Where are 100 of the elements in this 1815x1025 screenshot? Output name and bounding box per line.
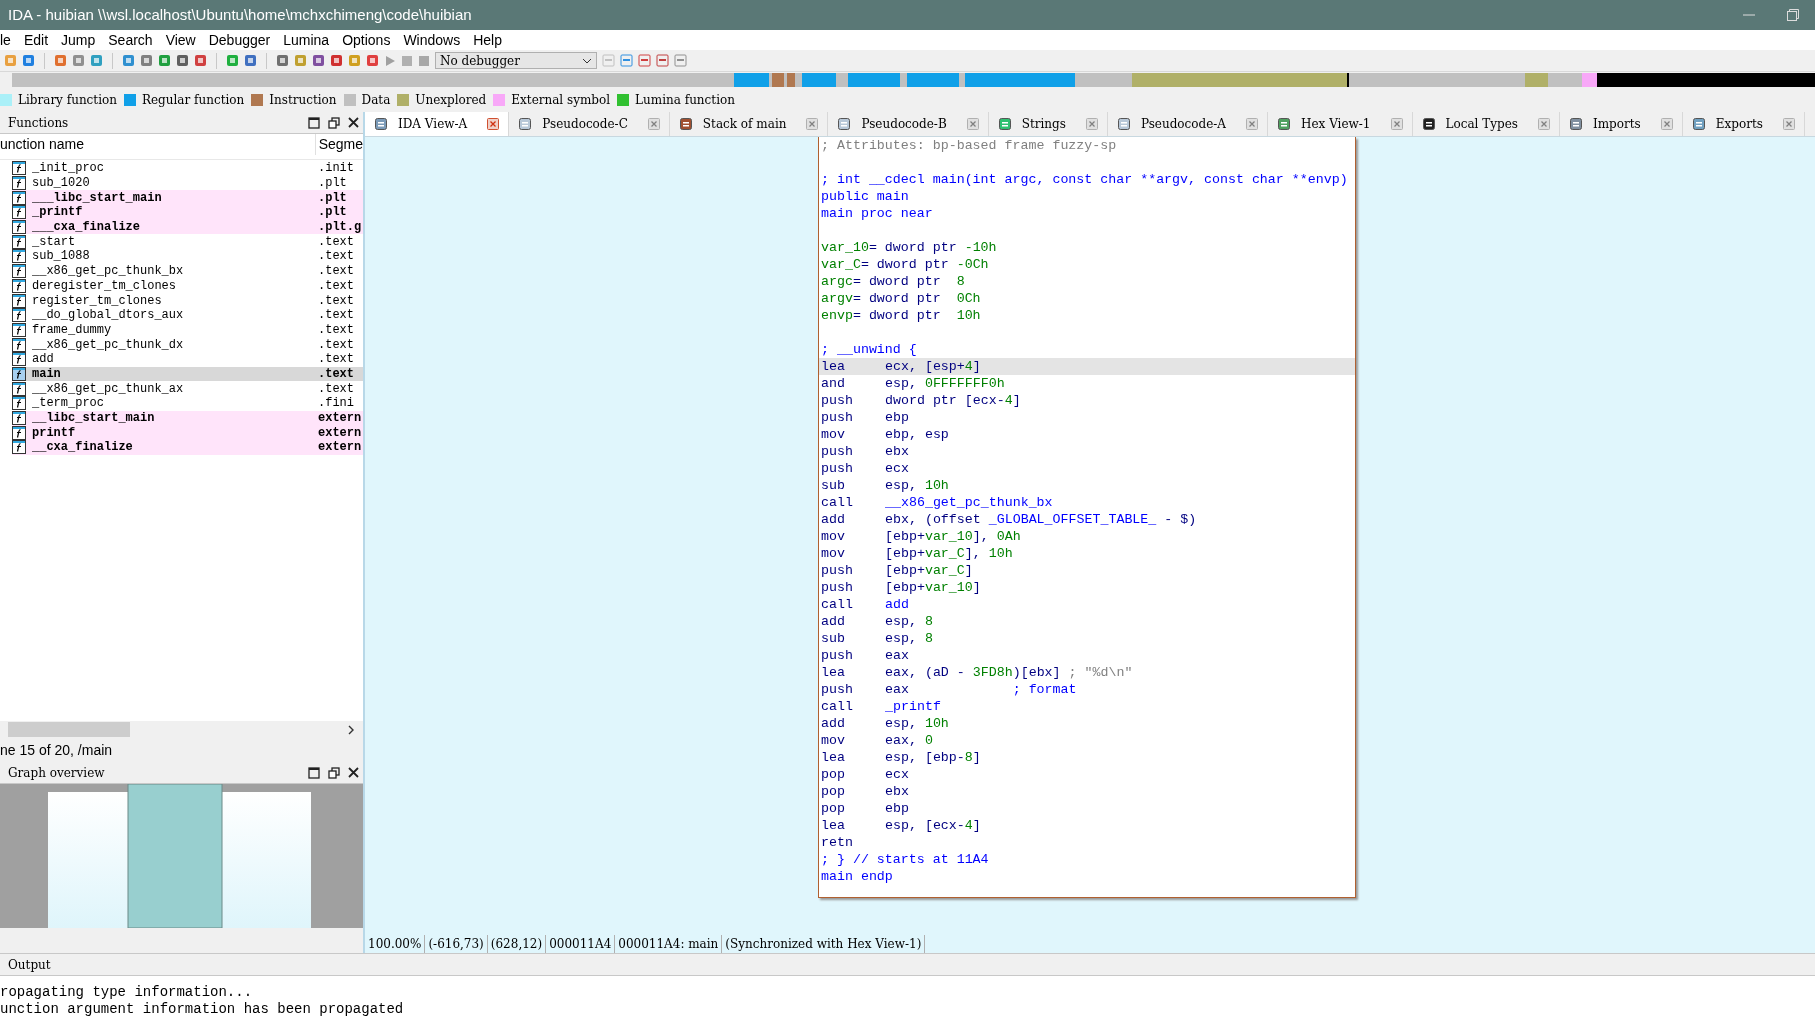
- function-row[interactable]: _printf .plt: [12, 205, 363, 220]
- navigation-band-drawing[interactable]: [12, 73, 1815, 87]
- code-line: lea eax, (aD - 3FD8h)[ebx] ; "%d\n": [820, 664, 1134, 681]
- chevron-right-icon[interactable]: [347, 724, 355, 735]
- code-line: lea esp, [ecx-4]: [820, 817, 982, 834]
- menu-item[interactable]: Edit: [23, 29, 62, 51]
- function-row[interactable]: ___libc_start_main .plt: [12, 190, 363, 206]
- tab-icon[interactable]: [1568, 117, 1583, 131]
- menu-item[interactable]: Options: [342, 29, 404, 51]
- function-icon: [12, 293, 26, 308]
- float-icon[interactable]: [328, 116, 340, 129]
- status-field: (-616,73): [425, 934, 488, 953]
- code-line: pop ecx: [820, 766, 910, 783]
- close-icon[interactable]: [348, 117, 359, 128]
- tab-icon[interactable]: [1277, 117, 1291, 131]
- code-line: argv= dword ptr 0Ch: [820, 290, 982, 307]
- function-name: _term_proc: [31, 396, 105, 411]
- toolbar-icon[interactable]: [22, 54, 35, 67]
- tab-icon[interactable]: [997, 117, 1012, 131]
- close-icon[interactable]: [348, 767, 359, 778]
- toolbar-icon[interactable]: [158, 54, 171, 67]
- toolbar-icon[interactable]: [90, 54, 103, 67]
- tab-icon[interactable]: [518, 117, 533, 131]
- function-name: main: [31, 366, 62, 381]
- function-name: sub_1020: [31, 176, 91, 191]
- tab[interactable]: IDA View-A: [365, 112, 510, 136]
- toolbar-icon[interactable]: [244, 54, 257, 67]
- segment-name: .text: [318, 293, 354, 308]
- function-icon: [12, 322, 26, 337]
- legend-label: Lumina function: [635, 92, 735, 109]
- tab-icon[interactable]: [837, 117, 852, 131]
- toolbar-icon[interactable]: [122, 54, 135, 67]
- menu-item[interactable]: View: [165, 29, 209, 51]
- tab-icon[interactable]: [374, 117, 388, 131]
- toolbar-icon[interactable]: [140, 54, 153, 67]
- tab-icon[interactable]: [1691, 117, 1706, 131]
- toolbar-icon[interactable]: [330, 54, 343, 67]
- float-icon[interactable]: [328, 766, 340, 779]
- horizontal-scrollbar[interactable]: [0, 721, 363, 738]
- toolbar-icon[interactable]: [638, 54, 651, 67]
- toolbar-icon[interactable]: [72, 54, 85, 67]
- menu-item[interactable]: Windows: [403, 29, 474, 51]
- segment-name: .text: [318, 337, 354, 352]
- toolbar-icon[interactable]: [226, 54, 239, 67]
- column-header[interactable]: unction name: [0, 134, 316, 155]
- status-field: 000011A4: [546, 934, 616, 953]
- menu-item[interactable]: le: [0, 29, 24, 51]
- toolbar-icon[interactable]: [54, 54, 67, 67]
- stop-icon[interactable]: [418, 54, 430, 67]
- toolbar-icon[interactable]: [656, 54, 669, 67]
- function-icon: [12, 396, 26, 411]
- function-name: frame_dummy: [31, 322, 113, 337]
- tab-icon[interactable]: [678, 117, 693, 131]
- menu-item[interactable]: Lumina: [283, 29, 343, 51]
- function-name: deregister_tm_clones: [31, 278, 178, 293]
- function-name: __x86_get_pc_thunk_ax: [31, 381, 185, 396]
- graph-overview-drawing[interactable]: [0, 784, 363, 928]
- menu-item[interactable]: Help: [473, 29, 515, 51]
- toolbar-icon[interactable]: [176, 54, 189, 67]
- status-field: (628,12): [487, 934, 547, 953]
- function-row[interactable]: __cxa_finalize extern: [12, 440, 363, 455]
- function-name: ___cxa_finalize: [31, 220, 142, 235]
- code-line: public main: [820, 188, 910, 205]
- legend-label: Instruction: [269, 92, 337, 109]
- function-icon: [12, 249, 26, 264]
- function-icon: [12, 278, 26, 293]
- window-title: IDA - huibian \\wsl.localhost\Ubuntu\home\mchxchimeng\code\huibian: [7, 4, 472, 25]
- column-header[interactable]: Segme: [315, 134, 363, 155]
- restore-icon[interactable]: [1787, 9, 1799, 21]
- tab-icon[interactable]: [1421, 117, 1436, 131]
- function-icon: [12, 352, 26, 367]
- menu-item[interactable]: Debugger: [208, 29, 284, 51]
- toolbar-icon[interactable]: [276, 54, 289, 67]
- segment-name: .text: [318, 249, 354, 264]
- menu-item[interactable]: Search: [108, 29, 166, 51]
- maximize-icon[interactable]: [308, 116, 320, 129]
- pause-icon[interactable]: [401, 54, 413, 67]
- code-line: argc= dword ptr 8: [820, 273, 966, 290]
- code-line: call add: [820, 596, 910, 613]
- menu-item[interactable]: Jump: [61, 29, 109, 51]
- scrollbar-thumb[interactable]: [8, 722, 130, 737]
- toolbar-icon[interactable]: [674, 54, 687, 67]
- tab-icon[interactable]: [1116, 117, 1131, 131]
- code-line: pop ebp: [820, 800, 910, 817]
- code-line: main endp: [820, 868, 894, 885]
- toolbar-icon[interactable]: [194, 54, 207, 67]
- code-line: ; int __cdecl main(int argc, const char **argv, const char **envp): [820, 171, 1349, 188]
- debugger-dropdown[interactable]: No debugger: [435, 52, 597, 69]
- toolbar-icon[interactable]: [366, 54, 379, 67]
- function-name: __libc_start_main: [31, 411, 156, 426]
- segment-name: .plt: [318, 190, 347, 205]
- maximize-icon[interactable]: [308, 766, 320, 779]
- legend-label: External symbol: [511, 92, 611, 109]
- segment-name: .text: [318, 278, 354, 293]
- play-icon[interactable]: [384, 54, 396, 67]
- code-line: push eax: [820, 647, 910, 664]
- toolbar-icon[interactable]: [312, 54, 325, 67]
- code-line: pop ebx: [820, 783, 910, 800]
- toolbar-icon[interactable]: [620, 54, 633, 67]
- function-row[interactable]: printf extern: [12, 425, 363, 441]
